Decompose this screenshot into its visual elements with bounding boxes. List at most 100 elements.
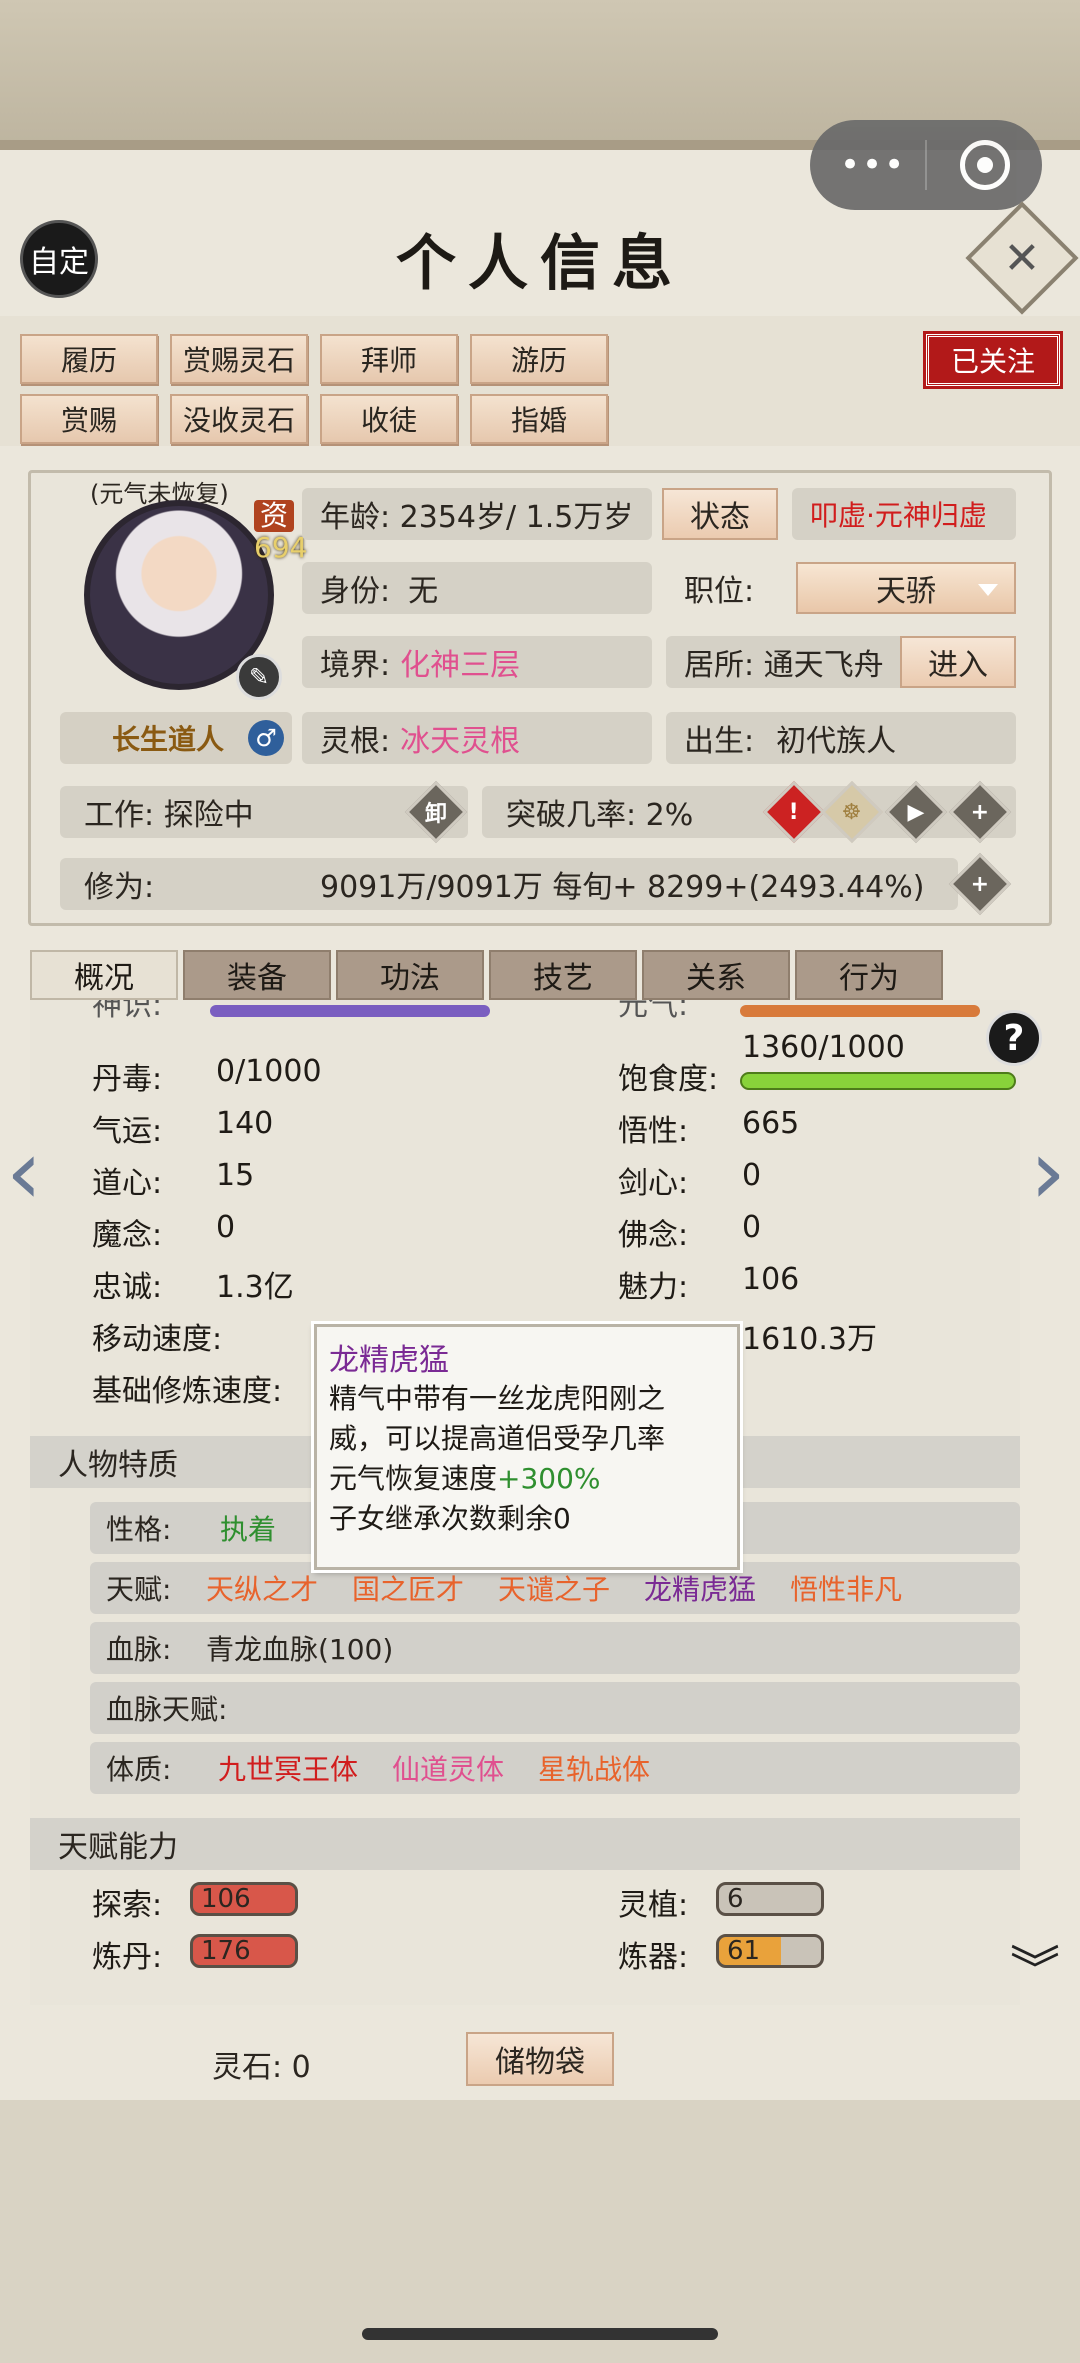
tooltip-title: 龙精虎猛 [329,1343,449,1378]
tab-1[interactable]: 装备 [183,950,331,1000]
action-button[interactable]: 拜师 [320,334,458,384]
mini-program-capsule: ••• [810,120,1042,210]
stat-label-left: 移动速度: [92,1322,223,1357]
cultivation-label: 修为: [84,870,155,905]
talent-item[interactable]: 国之匠才 [352,1568,464,1608]
blood-talent-label: 血脉天赋: [106,1693,228,1726]
tooltip-line4: 子女继承次数剩余0 [329,1502,571,1535]
name-text: 长生道人 [112,723,225,756]
stat-label-left: 道心: [92,1166,163,1201]
stat-value-left: 0/1000 [216,1054,322,1089]
enter-button[interactable]: 进入 [900,636,1016,688]
body-item[interactable]: 星轨战体 [538,1748,650,1788]
talent-item[interactable]: 天谴之子 [498,1568,610,1608]
stat-label-right: 魅力: [618,1270,689,1305]
page-title: 个人信息 [396,229,684,299]
action-button[interactable]: 没收灵石 [170,394,308,444]
tab-5[interactable]: 行为 [795,950,943,1000]
tooltip-line2: 威，可以提高道侣受孕几率 [329,1422,666,1455]
stat-value-left: 0 [216,1210,236,1245]
gender-icon: ♂ [248,720,284,756]
action-button[interactable]: 游历 [470,334,608,384]
action-button[interactable]: 指婚 [470,394,608,444]
tab-2[interactable]: 功法 [336,950,484,1000]
stat-value-right: 1610.3万 [742,1322,877,1357]
talent-label: 天赋: [106,1573,172,1606]
stat-label-right: 佛念: [618,1218,689,1253]
capsule-divider [925,140,927,190]
stat-value-right: 665 [742,1106,800,1141]
tooltip-line1: 精气中带有一丝龙虎阳刚之 [329,1382,666,1415]
realm-value: 化神三层 [400,648,521,683]
stat-label-right: 饱食度: [618,1062,719,1097]
ability-bar: 6 [716,1882,824,1916]
position-select[interactable]: 天骄 [796,562,1016,614]
ability-value: 176 [201,1936,251,1966]
follow-badge[interactable]: 已关注 [926,334,1060,386]
partial-stat-right: 元气: [618,1000,689,1023]
birth-field: 出生: 初代族人 [666,712,1016,764]
ability-value: 6 [727,1884,744,1914]
cultivation-value: 9091万/9091万 每旬+ 8299+(2493.44%) [320,870,925,905]
action-button[interactable]: 赏赐灵石 [170,334,308,384]
more-icon[interactable]: ••• [840,145,906,185]
bottom-background [0,2100,1080,2363]
action-button[interactable]: 收徒 [320,394,458,444]
identity-field: 身份: 无 [302,562,652,614]
action-button[interactable]: 赏赐 [20,394,158,444]
tab-4[interactable]: 关系 [642,950,790,1000]
edit-icon[interactable]: ✎ [236,654,282,700]
ability-bar: 61 [716,1934,824,1968]
stat-label-left: 气运: [92,1114,163,1149]
tab-0[interactable]: 概况 [30,950,178,1000]
chevron-down-icon[interactable]: ︾ [1010,1930,1060,2002]
birth-value: 初代族人 [776,724,897,759]
stat-label-left: 基础修炼速度: [92,1374,283,1409]
ability-label: 灵植: [618,1888,689,1923]
ability-bar: 176 [190,1934,298,1968]
custom-button[interactable]: 自定 [20,220,98,298]
ability-value: 106 [201,1884,251,1914]
body-label: 体质: [106,1753,172,1786]
home-indicator [362,2328,718,2340]
talent-item[interactable]: 悟性非凡 [790,1568,902,1608]
energy-bar [740,1005,980,1017]
ability-value: 61 [727,1936,761,1966]
body-item[interactable]: 仙道灵体 [392,1748,504,1788]
close-icon: ✕ [1003,232,1041,284]
aptitude-value: 694 [254,531,308,564]
spirit-stones: 灵石: 0 [212,2050,311,2085]
stat-label-left: 忠诚: [92,1270,163,1305]
blood-label: 血脉: [106,1633,172,1666]
stat-value-left: 15 [216,1158,255,1193]
arrow-left-icon[interactable]: ‹ [6,1120,42,1225]
position-label: 职位: [666,562,790,614]
chevron-down-icon [978,584,998,596]
talent-item[interactable]: 龙精虎猛 [644,1568,756,1608]
food-value: 1360/1000 [742,1030,905,1065]
cultivation-field: 修为: 9091万/9091万 每旬+ 8299+(2493.44%) [60,858,958,910]
storage-bag-button[interactable]: 储物袋 [466,2032,614,2086]
ability-label: 探索: [92,1888,163,1923]
body-item[interactable]: 九世冥王体 [218,1748,358,1788]
character-name: 长生道人 ♂ [60,712,292,764]
blood-talent-row: 血脉天赋: [90,1682,1020,1734]
stat-value-right: 106 [742,1262,800,1297]
state-button[interactable]: 状态 [662,488,778,540]
close-program-icon[interactable] [960,140,1010,190]
talent-item[interactable]: 天纵之才 [206,1568,318,1608]
root-field: 灵根: 冰天灵根 [302,712,652,764]
stat-value-left: 140 [216,1106,274,1141]
position-value: 天骄 [876,574,936,609]
stat-value-right: 0 [742,1210,762,1245]
realm-label: 境界: [320,648,391,683]
action-button[interactable]: 履历 [20,334,158,384]
stat-value-right: 0 [742,1158,762,1193]
birth-label: 出生: [684,724,755,759]
realm-field: 境界: 化神三层 [302,636,652,688]
stat-label-right: 悟性: [618,1114,689,1149]
tab-3[interactable]: 技艺 [489,950,637,1000]
help-icon[interactable]: ? [986,1010,1042,1066]
arrow-right-icon[interactable]: › [1030,1120,1066,1225]
identity-value: 无 [408,574,439,609]
